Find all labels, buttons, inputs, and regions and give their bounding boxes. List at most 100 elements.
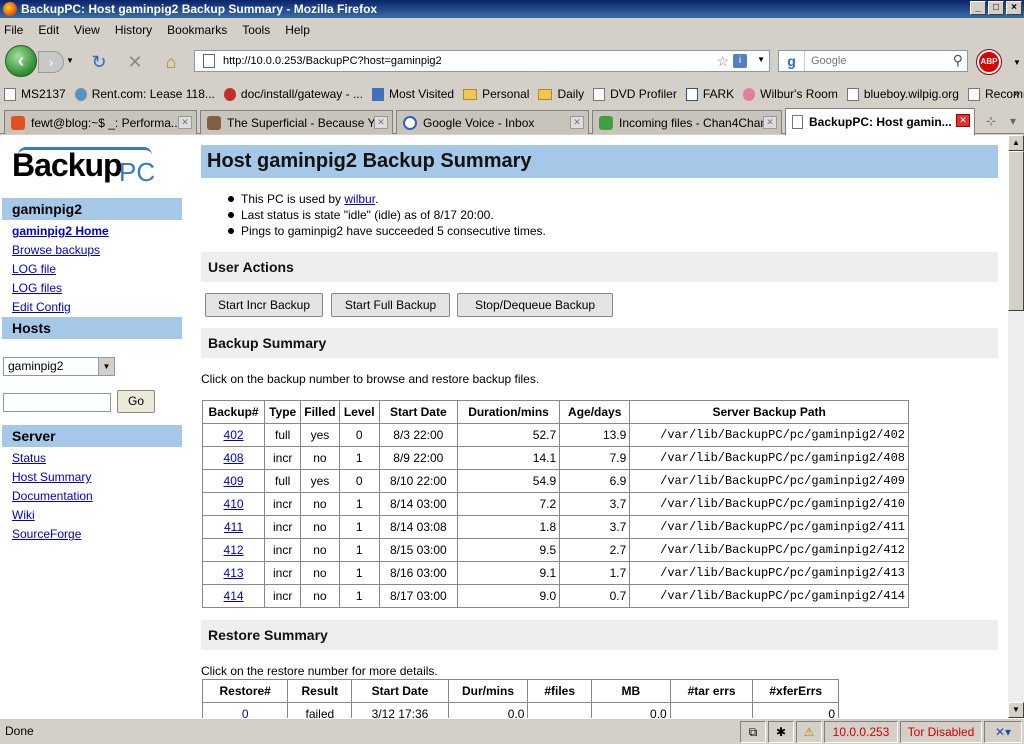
sidebar-link-host-home[interactable]: gaminpig2 Home [12,224,109,238]
backup-number-link[interactable]: 409 [224,474,244,488]
tab-overflow-icon[interactable]: ▾ [1010,114,1016,128]
extension-icon[interactable]: ✕▾ [984,721,1022,743]
table-cell: 0.7 [559,584,631,608]
bookmark-item[interactable]: Wilbur's Room [743,87,838,101]
stop-icon[interactable]: ✕ [124,51,146,73]
start-incr-backup-button[interactable]: Start Incr Backup [205,293,323,317]
tab-list-icon[interactable]: ⊹ [986,114,996,128]
page-style-icon[interactable]: ⧉ [740,721,766,743]
backup-number-link[interactable]: 408 [224,451,244,465]
sidebar-link-log-files[interactable]: LOG files [12,281,62,295]
sidebar-link-sourceforge[interactable]: SourceForge [12,527,81,541]
menu-edit[interactable]: Edit [38,23,59,37]
tab-fewt-blog[interactable]: fewt@blog:~$ _: Performa... ✕ [4,110,197,134]
scrollbar-thumb[interactable] [1008,151,1024,311]
menu-bookmarks[interactable]: Bookmarks [167,23,227,37]
tab-chan4chan[interactable]: Incoming files - Chan4Chan ✕ [592,110,782,134]
history-dropdown-icon[interactable]: ▼ [66,56,74,65]
address-bar[interactable]: ☆ i ▼ [194,50,770,72]
search-input[interactable] [811,55,941,67]
page-icon [203,54,215,68]
go-button[interactable]: Go [117,390,155,413]
minimize-button[interactable]: _ [970,1,986,15]
start-full-backup-button[interactable]: Start Full Backup [331,293,450,317]
adblock-icon[interactable]: ABP [976,49,1002,75]
vertical-scrollbar[interactable]: ▲ ▼ [1008,135,1024,718]
table-cell: 410 [201,492,266,516]
close-window-button[interactable]: × [1006,1,1022,15]
url-input[interactable] [223,55,703,67]
sidebar-link-log-file[interactable]: LOG file [12,262,56,276]
backup-number-link[interactable]: 410 [224,497,244,511]
tab-google-voice[interactable]: Google Voice - Inbox ✕ [396,110,589,134]
sidebar-link-documentation[interactable]: Documentation [12,489,93,503]
host-select[interactable]: gaminpig2 ▼ [3,357,115,376]
bookmark-item[interactable]: Daily [538,87,584,101]
menu-file[interactable]: File [4,23,23,37]
search-icon[interactable]: ⚲ [953,52,963,69]
clover-icon [599,115,613,130]
close-tab-icon[interactable]: ✕ [763,116,777,129]
bookmark-item[interactable]: Personal [463,87,529,101]
restore-number-link[interactable]: 0 [242,707,249,718]
bookmark-item[interactable]: Rent.com: Lease 118... [74,87,215,101]
close-tab-icon[interactable]: ✕ [570,116,584,129]
bookmark-item[interactable]: FARK [685,87,734,101]
tab-backuppc[interactable]: BackupPC: Host gamin... ✕ [785,108,975,135]
table-cell: 409 [201,469,266,493]
bookmarks-more-icon[interactable]: » [1013,86,1020,100]
sidebar-link-edit-config[interactable]: Edit Config [12,300,71,314]
bookmark-item[interactable]: DVD Profiler [593,87,677,101]
backuppc-logo[interactable]: Backup PC [12,147,155,191]
backup-number-link[interactable]: 402 [224,428,244,442]
google-icon[interactable]: g [779,51,805,71]
reload-icon[interactable]: ↻ [88,51,110,73]
bookmark-item[interactable]: MS2137 [4,87,66,101]
sidebar-link-browse-backups[interactable]: Browse backups [12,243,100,257]
backup-number-link[interactable]: 411 [224,520,243,534]
tor-status[interactable]: Tor Disabled [900,721,982,743]
close-tab-icon[interactable]: ✕ [374,116,388,129]
search-bar[interactable]: g ⚲ [778,50,968,72]
host-input[interactable] [3,393,111,412]
table-cell: 0 [201,702,289,718]
close-tab-icon[interactable]: ✕ [178,116,192,129]
chevron-down-icon[interactable]: ▼ [98,358,114,375]
backup-number-link[interactable]: 413 [224,566,244,580]
sidebar-link-status[interactable]: Status [12,451,46,465]
url-dropdown-icon[interactable]: ▼ [757,55,765,64]
bookmark-star-icon[interactable]: ☆ [716,53,729,70]
back-button[interactable]: ‹ [5,45,37,77]
close-tab-icon[interactable]: ✕ [956,114,970,127]
restore-table: Restore# Result Start Date Dur/mins #files MB… [201,679,839,718]
bookmark-item[interactable]: doc/install/gateway - ... [223,87,363,101]
scroll-down-icon[interactable]: ▼ [1008,702,1024,718]
menu-help[interactable]: Help [285,23,310,37]
backup-number-link[interactable]: 414 [224,589,244,603]
tab-superficial[interactable]: The Superficial - Because Y... ✕ [200,110,393,134]
backup-number-link[interactable]: 412 [224,543,244,557]
warning-icon[interactable]: ⚠ [796,721,822,743]
info-icon[interactable]: i [733,54,747,68]
menu-view[interactable]: View [74,23,100,37]
stop-dequeue-backup-button[interactable]: Stop/Dequeue Backup [457,293,613,317]
forward-button[interactable]: › [38,51,64,73]
sidebar-link-host-summary[interactable]: Host Summary [12,470,91,484]
column-header: MB [590,679,671,703]
adblock-dropdown-icon[interactable]: ▼ [1013,58,1021,67]
scroll-up-icon[interactable]: ▲ [1008,135,1024,151]
table-cell: /var/lib/BackupPC/pc/gaminpig2/411 [629,515,909,539]
sidebar-link-wiki[interactable]: Wiki [12,508,35,522]
tab-label: Incoming files - Chan4Chan [619,115,768,130]
column-header: Restore# [201,679,289,703]
bookmark-item[interactable]: Most Visited [371,87,454,101]
home-icon[interactable]: ⌂ [160,51,182,73]
sidebar-hosts-heading: Hosts [2,317,182,339]
user-link[interactable]: wilbur [344,192,375,206]
bookmark-item[interactable]: blueboy.wilpig.org [846,87,959,101]
firebug-icon[interactable]: ✱ [768,721,794,743]
menu-tools[interactable]: Tools [242,23,270,37]
menu-history[interactable]: History [115,23,152,37]
sidebar-host-heading: gaminpig2 [2,198,182,220]
maximize-button[interactable]: □ [988,1,1004,15]
